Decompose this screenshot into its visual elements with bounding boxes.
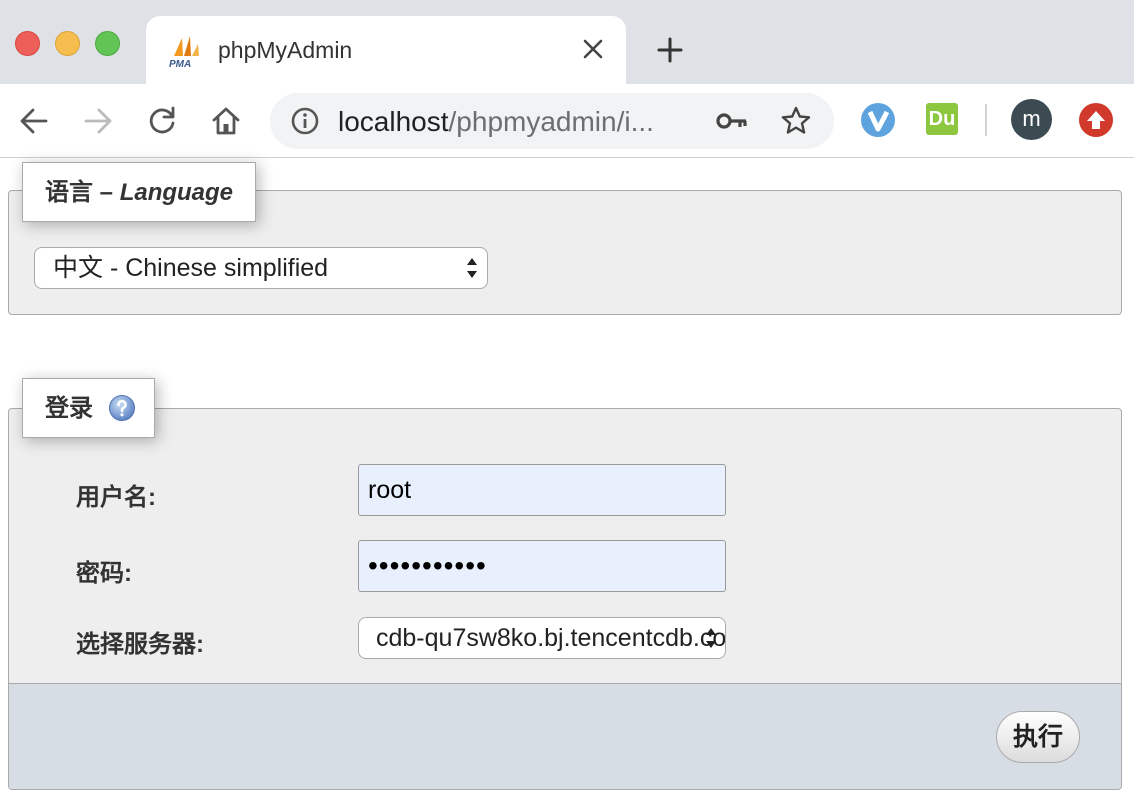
language-legend-cn: 语言 –: [45, 179, 120, 206]
login-legend-text: 登录: [45, 395, 93, 422]
server-select-value: cdb-qu7sw8ko.bj.tencentcdb.com: [376, 624, 726, 652]
tab-title: phpMyAdmin: [218, 37, 353, 63]
login-submit-bar: [9, 683, 1121, 789]
site-info-icon[interactable]: [290, 106, 320, 136]
server-select[interactable]: cdb-qu7sw8ko.bj.tencentcdb.com: [358, 617, 726, 659]
profile-avatar[interactable]: m: [1011, 99, 1052, 140]
server-label: 选择服务器:: [76, 631, 204, 658]
toolbar-divider: [985, 104, 987, 136]
login-legend: 登录: [22, 378, 155, 438]
window-minimize-button[interactable]: [55, 31, 80, 56]
tab-close-icon[interactable]: [580, 36, 606, 62]
reload-icon[interactable]: [145, 104, 179, 138]
extension-du-icon[interactable]: Du: [926, 103, 958, 135]
extension-update-icon[interactable]: [1079, 103, 1113, 137]
language-legend-en: Language: [119, 179, 234, 206]
language-select-value: 中文 - Chinese simplified: [53, 254, 329, 282]
address-bar[interactable]: localhost/phpmyadmin/i...: [270, 93, 834, 149]
forward-icon[interactable]: [81, 104, 115, 138]
select-arrows-icon: [706, 628, 716, 648]
browser-toolbar: localhost/phpmyadmin/i...: [0, 84, 1134, 158]
username-input[interactable]: root: [358, 464, 726, 516]
url-host: localhost: [338, 106, 449, 137]
extension-v-icon[interactable]: [861, 103, 895, 137]
browser-tab-bar: PMA phpMyAdmin: [0, 0, 1134, 84]
window-close-button[interactable]: [15, 31, 40, 56]
help-icon[interactable]: [108, 394, 136, 422]
go-button[interactable]: 执行: [996, 711, 1080, 763]
browser-tab-active[interactable]: PMA phpMyAdmin: [146, 16, 626, 84]
saved-password-key-icon[interactable]: [716, 108, 748, 134]
password-input[interactable]: •••••••••••: [358, 540, 726, 592]
phpmyadmin-logo-icon: PMA: [169, 36, 199, 68]
language-select[interactable]: 中文 - Chinese simplified: [34, 247, 488, 289]
bookmark-star-icon[interactable]: [780, 105, 812, 137]
logo-text: PMA: [169, 59, 191, 68]
back-icon[interactable]: [17, 104, 51, 138]
url-path: /phpmyadmin/i...: [448, 106, 654, 137]
language-legend: 语言 – Language: [22, 162, 257, 222]
username-label: 用户名:: [76, 484, 156, 511]
select-arrows-icon: [467, 258, 477, 278]
password-label: 密码:: [76, 560, 132, 587]
home-icon[interactable]: [209, 104, 243, 138]
window-maximize-button[interactable]: [95, 31, 120, 56]
new-tab-icon[interactable]: [656, 36, 684, 64]
url-text[interactable]: localhost/phpmyadmin/i...: [338, 106, 683, 138]
